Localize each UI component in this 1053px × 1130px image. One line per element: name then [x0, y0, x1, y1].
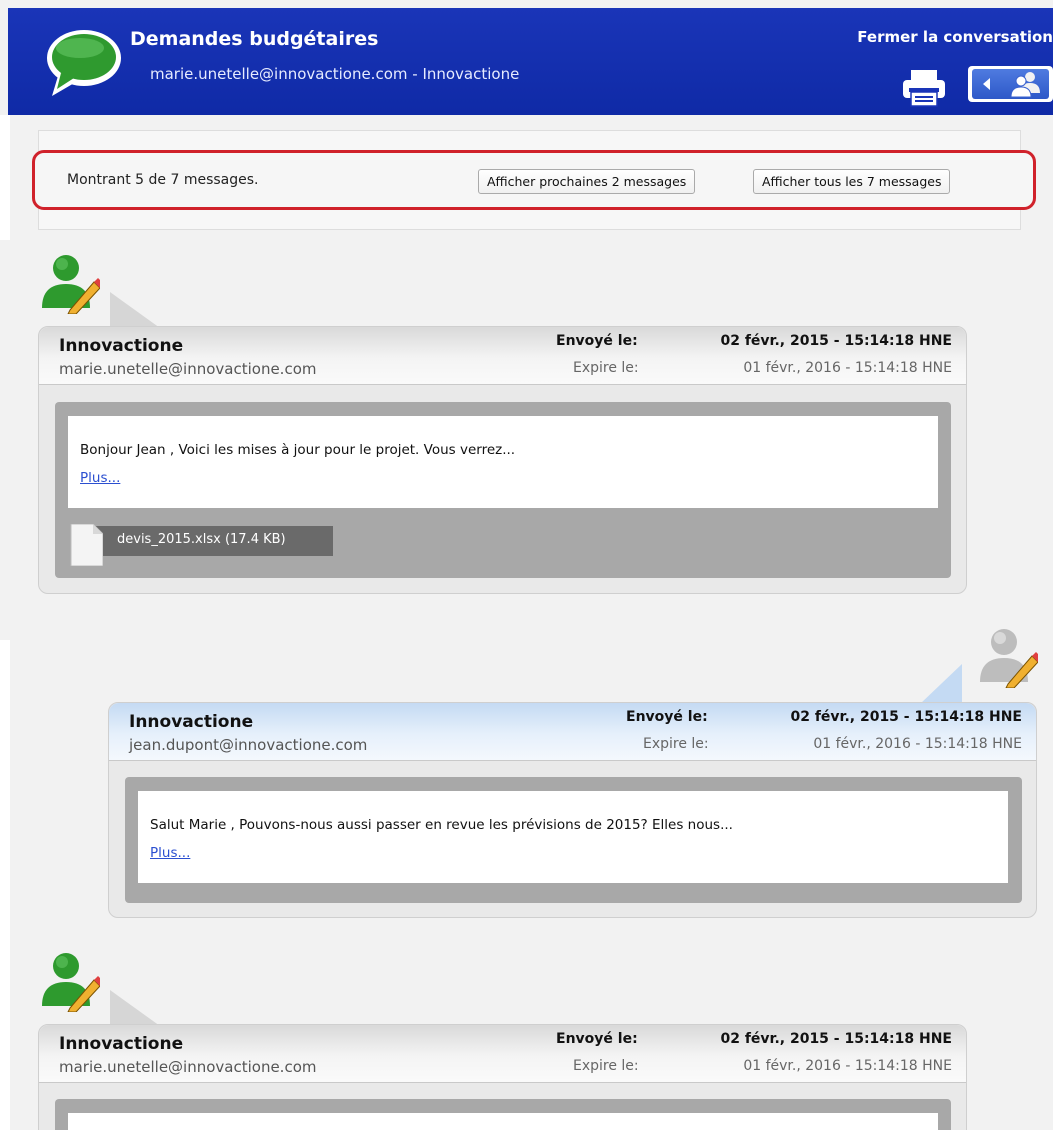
attachment-label: devis_2015.xlsx (17.4 KB)	[117, 532, 286, 547]
show-all-messages-button[interactable]: Afficher tous les 7 messages	[753, 169, 951, 194]
expires-date: 01 févr., 2016 - 15:14:18 HNE	[743, 1058, 952, 1074]
message-preview: Bonjour Jean , Voici les mises à jour po…	[80, 442, 516, 458]
message-header: Innovactione marie.unetelle@innovactione…	[39, 1025, 966, 1083]
sent-label: Envoyé le:	[556, 333, 638, 349]
gray-user-pencil-icon	[980, 629, 1038, 688]
message-card: Innovactione marie.unetelle@innovactione…	[38, 1024, 967, 1130]
message-tail	[920, 664, 962, 704]
arrow-left-icon	[983, 78, 990, 90]
message-header: Innovactione jean.dupont@innovactione.co…	[109, 703, 1036, 761]
message-body	[68, 1113, 938, 1130]
file-icon	[70, 524, 103, 566]
expires-date: 01 févr., 2016 - 15:14:18 HNE	[743, 360, 952, 376]
expires-label: Expire le:	[643, 736, 709, 752]
sender-email: marie.unetelle@innovactione.com	[59, 360, 317, 378]
message-body-frame	[55, 1099, 951, 1130]
chat-bubble-icon	[47, 30, 121, 96]
message-card: Innovactione jean.dupont@innovactione.co…	[108, 702, 1037, 918]
message-body: Bonjour Jean , Voici les mises à jour po…	[68, 416, 938, 508]
message-header: Innovactione marie.unetelle@innovactione…	[39, 327, 966, 385]
green-user-pencil-icon	[42, 953, 100, 1012]
sent-label: Envoyé le:	[556, 1031, 638, 1047]
sender-email: marie.unetelle@innovactione.com	[59, 1058, 317, 1076]
sender-name: Innovactione	[59, 1034, 184, 1054]
sent-date: 02 févr., 2015 - 15:14:18 HNE	[720, 1031, 952, 1047]
show-next-messages-button[interactable]: Afficher prochaines 2 messages	[478, 169, 696, 194]
message-body-frame: Salut Marie , Pouvons-nous aussi passer …	[125, 777, 1022, 903]
printer-icon[interactable]	[901, 68, 947, 108]
sender-name: Innovactione	[129, 712, 254, 732]
more-link[interactable]: Plus...	[80, 470, 120, 486]
message-count-text: Montrant 5 de 7 messages.	[67, 172, 259, 188]
more-link[interactable]: Plus...	[150, 845, 190, 861]
message-count-bar: Montrant 5 de 7 messages. Afficher proch…	[32, 150, 1036, 210]
message-preview: Salut Marie , Pouvons-nous aussi passer …	[150, 817, 733, 833]
sender-email: jean.dupont@innovactione.com	[129, 736, 368, 754]
sent-date: 02 févr., 2015 - 15:14:18 HNE	[790, 709, 1022, 725]
left-edge	[0, 115, 10, 1130]
message-card: Innovactione marie.unetelle@innovactione…	[38, 326, 967, 594]
conversation-header: Demandes budgétaires marie.unetelle@inno…	[8, 8, 1053, 115]
expires-label: Expire le:	[573, 1058, 639, 1074]
expires-label: Expire le:	[573, 360, 639, 376]
sent-date: 02 févr., 2015 - 15:14:18 HNE	[720, 333, 952, 349]
close-conversation-link[interactable]: Fermer la conversation	[857, 28, 1053, 46]
conversation-title: Demandes budgétaires	[130, 28, 379, 50]
sender-name: Innovactione	[59, 336, 184, 356]
conversation-subtitle: marie.unetelle@innovactione.com - Innova…	[150, 65, 520, 83]
expires-date: 01 févr., 2016 - 15:14:18 HNE	[813, 736, 1022, 752]
message-body: Salut Marie , Pouvons-nous aussi passer …	[138, 791, 1008, 883]
green-user-pencil-icon	[42, 255, 100, 314]
people-icon	[1010, 72, 1040, 98]
sent-label: Envoyé le:	[626, 709, 708, 725]
attachment-item[interactable]: devis_2015.xlsx (17.4 KB)	[69, 524, 333, 566]
participants-button[interactable]	[968, 66, 1053, 102]
message-body-frame: Bonjour Jean , Voici les mises à jour po…	[55, 402, 951, 578]
